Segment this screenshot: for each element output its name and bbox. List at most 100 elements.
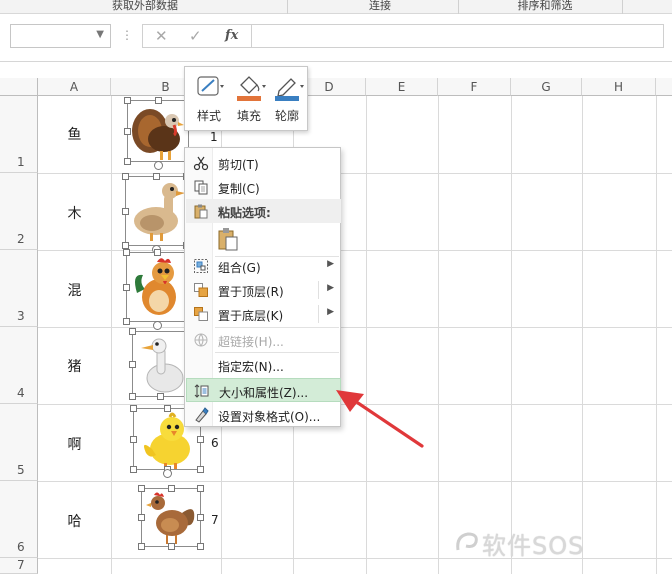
cancel-icon[interactable]: ✕ xyxy=(155,27,168,45)
style-label: 样式 xyxy=(196,109,221,123)
formula-bar: ▼ ⋮ ✕ ✓ fx xyxy=(0,14,672,62)
pen-outline-icon xyxy=(275,78,304,101)
insert-function-icon[interactable]: fx xyxy=(225,28,238,43)
outline-label: 轮廓 xyxy=(274,109,299,123)
vertical-ellipsis-icon[interactable]: ⋮ xyxy=(121,28,133,42)
rooster-image[interactable] xyxy=(123,249,191,330)
cell-number: 1 xyxy=(210,130,218,144)
duck-image[interactable] xyxy=(122,173,190,254)
enter-icon[interactable]: ✓ xyxy=(189,27,202,45)
column-header-a[interactable]: A xyxy=(38,78,111,96)
menu-item-group[interactable]: 组合(G) ▶ xyxy=(186,254,341,278)
ribbon-group-labels: 获取外部数据 连接 排序和筛选 xyxy=(0,0,672,14)
watermark-text: 软件SOS xyxy=(482,532,585,560)
formula-input[interactable] xyxy=(252,24,664,48)
gridline xyxy=(438,96,439,574)
watermark-logo: 软件SOS xyxy=(456,526,585,561)
gridline xyxy=(656,96,657,574)
ribbon-group-sort-filter: 排序和筛选 xyxy=(517,0,573,11)
row-header-3[interactable]: 3 xyxy=(0,250,38,327)
cell-a5[interactable]: 啊 xyxy=(38,434,111,454)
rooster-drawing xyxy=(135,258,176,315)
row-header-7[interactable]: 7 xyxy=(0,558,38,574)
shape-style-icon xyxy=(197,76,224,96)
context-menu: 剪切(T) 复制(C) 粘贴选项: 组合(G) ▶ 置于顶层(R) ▶ 置于底层… xyxy=(184,147,341,427)
gridline xyxy=(38,250,672,251)
copy-label: 复制(C) xyxy=(218,182,260,196)
cell-a3[interactable]: 混 xyxy=(38,280,111,300)
row-header-6[interactable]: 6 xyxy=(0,481,38,558)
turkey-drawing xyxy=(132,109,184,160)
row-header-4[interactable]: 4 xyxy=(0,327,38,404)
menu-item-size-properties[interactable]: 大小和属性(Z)... xyxy=(186,378,341,402)
column-header-f[interactable]: F xyxy=(438,78,511,96)
assign-macro-label: 指定宏(N)... xyxy=(218,360,284,374)
mini-toolbar: 样式 填充 轮廓 xyxy=(184,66,308,131)
formula-buttons: ✕ ✓ fx xyxy=(142,24,252,48)
gridline xyxy=(366,96,367,574)
column-header-overflow xyxy=(656,78,672,96)
goose-drawing xyxy=(141,338,184,393)
group-label: 组合(G) xyxy=(218,261,261,275)
chevron-right-icon[interactable]: ▶ xyxy=(327,283,334,293)
chevron-right-icon[interactable]: ▶ xyxy=(327,307,334,317)
copy-icon xyxy=(194,180,208,195)
paint-bucket-icon xyxy=(237,76,266,101)
cell-a4[interactable]: 猪 xyxy=(38,356,111,376)
row-header-1[interactable]: 1 xyxy=(0,96,38,173)
cell-a2[interactable]: 木 xyxy=(38,203,111,223)
column-header-g[interactable]: G xyxy=(511,78,582,96)
scissors-icon xyxy=(193,156,209,171)
fill-button[interactable]: 填充 xyxy=(229,71,269,127)
gridline xyxy=(511,96,512,574)
column-header-e[interactable]: E xyxy=(366,78,438,96)
goose-image[interactable] xyxy=(129,328,188,400)
menu-item-bring-to-front[interactable]: 置于顶层(R) ▶ xyxy=(186,278,341,302)
column-header-h[interactable]: H xyxy=(582,78,656,96)
send-to-back-label: 置于底层(K) xyxy=(218,309,284,323)
menu-item-copy[interactable]: 复制(C) xyxy=(186,175,341,199)
name-box[interactable]: ▼ xyxy=(10,24,111,48)
menu-item-hyperlink: 超链接(H)... xyxy=(186,328,341,352)
bring-to-front-icon xyxy=(194,283,208,297)
cut-label: 剪切(T) xyxy=(218,158,259,172)
hen-image[interactable] xyxy=(138,485,204,550)
paste-clipboard-icon[interactable] xyxy=(217,227,239,251)
bring-to-front-label: 置于顶层(R) xyxy=(218,285,284,299)
group-objects-icon xyxy=(194,259,208,273)
size-properties-label: 大小和属性(Z)... xyxy=(219,386,309,400)
outline-button[interactable]: 轮廓 xyxy=(267,71,307,127)
hen-drawing xyxy=(146,492,195,544)
gridline xyxy=(38,173,672,174)
split-separator xyxy=(318,305,319,323)
cell-number: 6 xyxy=(211,436,219,450)
menu-item-send-to-back[interactable]: 置于底层(K) ▶ xyxy=(186,302,341,326)
cell-a1[interactable]: 鱼 xyxy=(38,124,111,144)
ribbon-group-external-data: 获取外部数据 xyxy=(112,0,178,11)
paste-option-row xyxy=(186,225,341,253)
menu-item-cut[interactable]: 剪切(T) xyxy=(186,151,341,175)
menu-item-assign-macro[interactable]: 指定宏(N)... xyxy=(186,353,341,377)
fill-label: 填充 xyxy=(236,109,261,123)
style-button[interactable]: 样式 xyxy=(189,71,229,127)
clipboard-icon xyxy=(194,204,208,219)
send-to-back-icon xyxy=(194,307,208,321)
turkey-image[interactable] xyxy=(124,97,192,170)
cell-a6[interactable]: 哈 xyxy=(38,511,111,531)
chevron-down-icon[interactable]: ▼ xyxy=(96,29,104,40)
select-all-corner[interactable] xyxy=(0,78,38,96)
ribbon-group-connections: 连接 xyxy=(369,0,391,11)
size-properties-icon xyxy=(194,384,209,398)
hyperlink-icon xyxy=(194,333,208,347)
duck-drawing xyxy=(134,183,185,241)
format-object-label: 设置对象格式(O)... xyxy=(218,410,321,424)
menu-item-format-object[interactable]: 设置对象格式(O)... xyxy=(186,403,341,427)
menu-section-paste-options: 粘贴选项: xyxy=(186,199,341,223)
gridline xyxy=(111,96,112,574)
chevron-right-icon: ▶ xyxy=(327,259,334,269)
paste-options-label: 粘贴选项: xyxy=(218,206,271,220)
row-header-5[interactable]: 5 xyxy=(0,404,38,481)
gridline xyxy=(582,96,583,574)
ribbon-separator xyxy=(458,0,459,14)
row-header-2[interactable]: 2 xyxy=(0,173,38,250)
